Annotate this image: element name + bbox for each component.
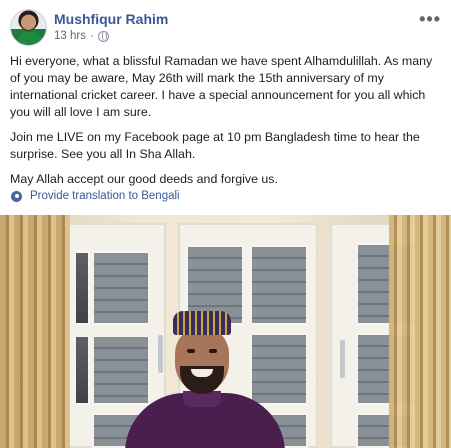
gear-icon: [11, 190, 22, 202]
globe-icon[interactable]: [97, 30, 109, 42]
window-pane: [74, 251, 90, 325]
post-paragraph-1: Hi everyone, what a blissful Ramadan we …: [10, 54, 433, 119]
person: [125, 311, 285, 448]
curtain-left: [0, 215, 70, 448]
more-options-icon[interactable]: •••: [419, 9, 441, 30]
post-timestamp[interactable]: 13 hrs: [54, 30, 86, 42]
translate-label[interactable]: Provide translation to Bengali: [30, 190, 180, 202]
facebook-post: Mushfiqur Rahim 13 hrs · ••• Hi everyone…: [0, 0, 451, 448]
cap: [173, 311, 231, 335]
post-paragraph-3: May Allah accept our good deeds and forg…: [10, 172, 278, 186]
post-text: Hi everyone, what a blissful Ramadan we …: [10, 53, 442, 196]
curtain-right: [389, 215, 451, 448]
translate-link[interactable]: Provide translation to Bengali: [11, 190, 180, 202]
author-avatar[interactable]: [10, 9, 47, 46]
post-meta: 13 hrs ·: [54, 30, 109, 42]
post-header: Mushfiqur Rahim 13 hrs · •••: [10, 9, 441, 47]
author-name[interactable]: Mushfiqur Rahim: [54, 11, 168, 27]
window-pane: [74, 335, 90, 405]
door-handle: [340, 340, 345, 378]
post-paragraph-2: Join me LIVE on my Facebook page at 10 p…: [10, 130, 420, 161]
post-photo[interactable]: [0, 215, 451, 448]
meta-separator: ·: [89, 30, 94, 42]
